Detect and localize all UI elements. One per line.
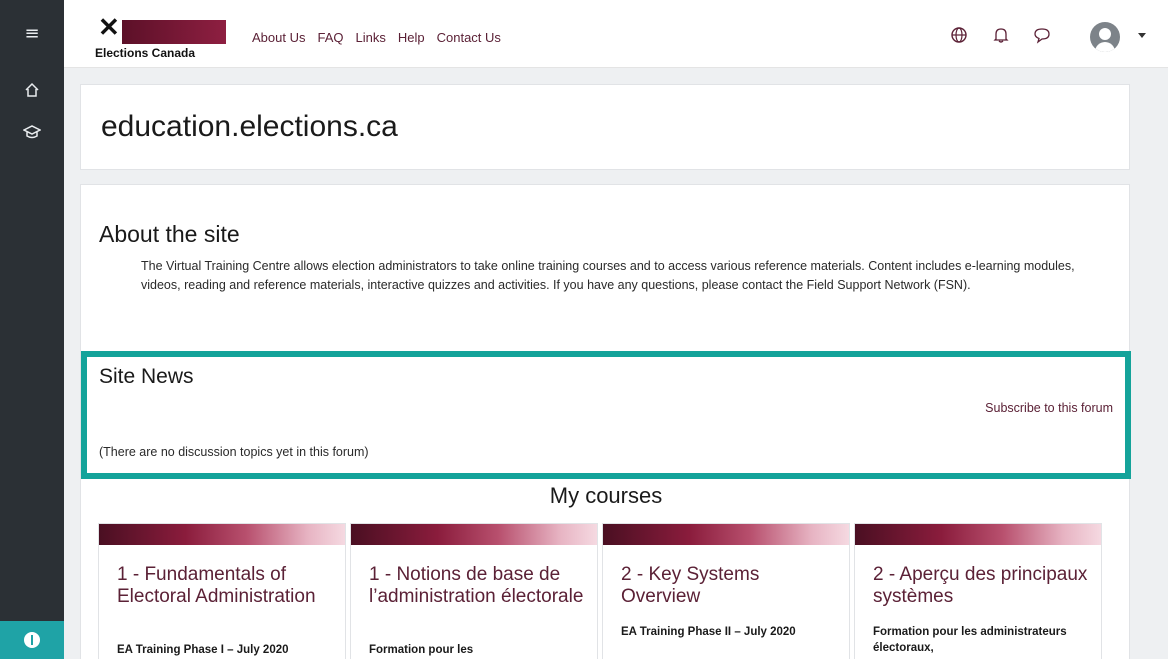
course-summary: Formation pour les	[369, 644, 474, 656]
course-summary: EA Training Phase II – July 2020	[621, 626, 796, 638]
course-summary: EA Training Phase I – July 2020	[117, 644, 289, 656]
course-title[interactable]: 1 - Notions de base de l’administration …	[369, 564, 589, 608]
elections-canada-logo[interactable]: ✕ Elections Canada	[92, 12, 228, 62]
top-navbar: ✕ Elections Canada About Us FAQ Links He…	[64, 0, 1168, 68]
home-icon[interactable]	[0, 82, 64, 102]
logo-text: Elections Canada	[95, 46, 196, 60]
course-card[interactable]: 1 - Fundamentals of Electoral Administra…	[98, 523, 346, 659]
nav-links[interactable]: Links	[356, 30, 386, 45]
course-title[interactable]: 2 - Key Systems Overview	[621, 564, 841, 608]
about-heading: About the site	[99, 221, 240, 247]
course-banner	[99, 524, 345, 545]
avatar-head	[1099, 28, 1111, 40]
site-news-block: Site News Subscribe to this forum (There…	[81, 351, 1131, 479]
chevron-down-icon[interactable]	[1138, 33, 1146, 38]
accessibility-button[interactable]	[0, 621, 64, 659]
bell-icon[interactable]	[993, 26, 1009, 48]
course-title[interactable]: 2 - Aperçu des principaux systèmes	[873, 564, 1093, 608]
nav-contact-us[interactable]: Contact Us	[437, 30, 501, 45]
hamburger-icon[interactable]: ≡	[0, 24, 64, 44]
accessibility-icon	[24, 632, 40, 648]
course-title[interactable]: 1 - Fundamentals of Electoral Administra…	[117, 564, 337, 608]
course-summary: Formation pour les administrateurs élect…	[873, 626, 1067, 654]
about-text: The Virtual Training Centre allows elect…	[141, 259, 1075, 292]
nav-help[interactable]: Help	[398, 30, 425, 45]
chat-icon[interactable]	[1033, 26, 1051, 48]
graduation-cap-icon[interactable]	[0, 124, 64, 144]
globe-icon[interactable]	[950, 26, 968, 48]
nav-about-us[interactable]: About Us	[252, 30, 305, 45]
course-banner	[855, 524, 1101, 545]
course-banner	[351, 524, 597, 545]
page-title: education.elections.ca	[101, 110, 398, 143]
logo-x-mark: ✕	[98, 12, 120, 42]
avatar-body	[1095, 42, 1115, 52]
course-banner	[603, 524, 849, 545]
course-card[interactable]: 2 - Key Systems Overview EA Training Pha…	[602, 523, 850, 659]
subscribe-link[interactable]: Subscribe to this forum	[985, 401, 1113, 415]
site-title-card: education.elections.ca	[80, 84, 1130, 170]
no-discussions-text: (There are no discussion topics yet in t…	[99, 445, 369, 459]
site-news-heading: Site News	[99, 365, 194, 388]
user-avatar[interactable]	[1090, 22, 1120, 52]
course-card[interactable]: 2 - Aperçu des principaux systèmes Forma…	[854, 523, 1102, 659]
main-content-card: About the site The Virtual Training Cent…	[80, 184, 1131, 659]
my-courses-heading: My courses	[549, 483, 663, 508]
primary-nav: About Us FAQ Links Help Contact Us	[252, 30, 501, 45]
course-card[interactable]: 1 - Notions de base de l’administration …	[350, 523, 598, 659]
nav-faq[interactable]: FAQ	[317, 30, 343, 45]
left-drawer: ≡	[0, 0, 64, 659]
logo-bar	[122, 20, 226, 44]
